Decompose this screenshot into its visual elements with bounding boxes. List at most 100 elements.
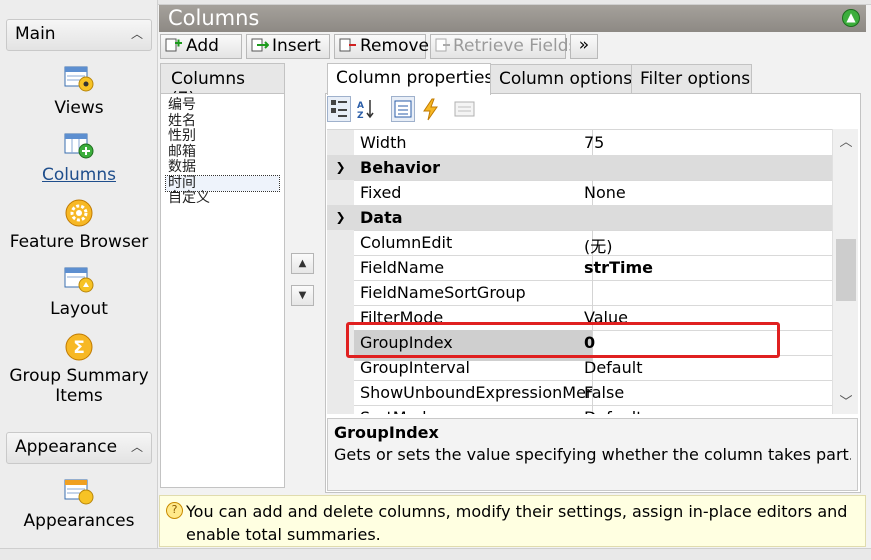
collapse-category-icon[interactable]: ❯ [327,155,354,180]
svg-text:A: A [357,101,364,111]
tab-column-options[interactable]: Column options [490,64,632,94]
property-name: SortMode [354,405,593,414]
category-row[interactable]: ❯ Data [327,205,832,231]
insert-button[interactable]: Insert [246,34,330,59]
add-button[interactable]: Add [160,34,242,59]
group-appearance-label: Appearance [15,437,118,457]
nav-item-label: Group Summary Items [9,366,149,406]
appearances-icon [64,479,94,505]
category-row[interactable]: ❯ Behavior [327,155,832,181]
property-row[interactable]: FieldNameSortGroup [327,280,832,311]
tab-label: Column properties [336,68,494,88]
more-label: » [578,35,590,55]
property-row[interactable]: ShowUnboundExpressionMenu False [327,380,832,411]
properties-icon [394,100,412,118]
nav-item-group-summary-items[interactable]: Σ Group Summary Items [6,332,152,406]
property-grid-toolbar: AZ [327,96,857,126]
chevron-up-icon: ▲ [298,258,307,269]
retrieve-icon [435,38,450,52]
nav-item-appearances[interactable]: Appearances [6,477,152,531]
properties-view-button[interactable] [391,96,415,122]
property-row[interactable]: GroupInterval Default [327,355,832,386]
move-down-button[interactable]: ▼ [291,285,314,306]
nav-item-columns[interactable]: Columns [6,131,152,185]
property-row[interactable]: Fixed None [327,180,832,211]
svg-text:Z: Z [357,111,364,121]
more-button[interactable]: » [570,34,598,59]
property-pages-button[interactable] [452,96,476,122]
sigma-icon: Σ [65,333,93,361]
property-grid-scrollbar[interactable]: ︿ ﹀ [832,129,858,414]
move-up-button[interactable]: ▲ [291,253,314,274]
scroll-up-icon[interactable]: ︿ [833,131,859,153]
tab-filter-options[interactable]: Filter options [631,64,752,94]
property-description: GroupIndex Gets or sets the value specif… [327,418,858,491]
nav-item-feature-browser[interactable]: Feature Browser [6,198,152,252]
tab-label: Column options [499,69,633,89]
property-row[interactable]: ColumnEdit (无) [327,230,832,261]
remove-label: Remove [360,36,429,56]
nav-item-label: Views [54,98,104,118]
layout-icon [64,267,94,293]
svg-text:Σ: Σ [73,338,85,358]
nav-item-label: Feature Browser [9,232,149,252]
insert-label: Insert [272,36,321,56]
property-row[interactable]: FieldName strTime [327,255,832,286]
nav-item-label: Layout [50,299,108,319]
categorized-button[interactable] [327,96,351,122]
lightning-icon [423,98,438,121]
columns-list[interactable]: 编号 姓名 性别 邮箱 数据 时间 自定义 [160,93,285,488]
highlight-annotation [346,322,780,358]
group-appearance-header[interactable]: Appearance ︿ [6,432,152,464]
list-item[interactable]: 自定义 [166,190,279,207]
nav-item-views[interactable]: Views [6,64,152,118]
collapse-icon: ︿ [130,27,143,41]
nav-item-layout[interactable]: Layout [6,265,152,319]
list-item[interactable]: 数据 [166,159,279,176]
columns-list-header: Columns (7) [160,63,285,109]
property-row[interactable]: Width 75 [327,130,832,161]
page-title: Columns [168,6,260,30]
page-title-bar: Columns ▲ [159,5,866,32]
property-value[interactable]: Default [580,405,832,414]
list-item[interactable]: 性别 [166,128,279,145]
add-icon [165,38,182,52]
list-item[interactable]: 姓名 [166,113,279,130]
insert-icon [251,38,270,52]
group-main-header[interactable]: Main ︿ [6,19,152,51]
retrieve-fields-button[interactable]: Retrieve Fields [430,34,577,59]
collapse-category-icon[interactable]: ❯ [327,205,354,230]
info-icon: ? [166,502,183,519]
alphabetical-button[interactable]: AZ [354,96,378,122]
description-text: Gets or sets the value specifying whethe… [334,445,851,464]
columns-icon [64,133,94,159]
list-item[interactable]: 编号 [166,97,279,114]
collapse-icon: ︿ [130,440,143,454]
retrieve-label: Retrieve Fields [453,36,578,56]
tab-label: Filter options [640,69,751,89]
scrollbar-thumb[interactable] [836,239,856,301]
status-bar [0,548,871,560]
group-main-label: Main [15,24,56,44]
property-row[interactable]: SortMode Default [327,405,832,414]
nav-item-label: Appearances [23,511,135,531]
hint-panel: ? You can add and delete columns, modify… [159,495,866,547]
description-title: GroupIndex [334,423,439,442]
sort-alpha-icon: AZ [357,100,374,121]
list-item[interactable]: 邮箱 [166,144,279,161]
list-item-selected[interactable]: 时间 [165,174,280,192]
remove-button[interactable]: Remove [334,34,429,59]
help-icon[interactable]: ▲ [842,9,860,27]
property-grid[interactable]: Width 75 ❯ Behavior Fixed None ❯ Data Co… [327,129,832,414]
chevron-down-icon: ▼ [298,290,307,301]
categorized-icon [331,100,347,117]
nav-item-label: Columns [42,165,116,185]
hint-text: You can add and delete columns, modify t… [186,502,848,544]
scroll-down-icon[interactable]: ﹀ [833,391,859,413]
remove-icon [339,38,356,52]
tab-column-properties[interactable]: Column properties [327,63,494,95]
views-icon [64,66,94,92]
add-label: Add [186,36,219,56]
gear-icon [65,199,93,227]
events-view-button[interactable] [418,96,442,122]
